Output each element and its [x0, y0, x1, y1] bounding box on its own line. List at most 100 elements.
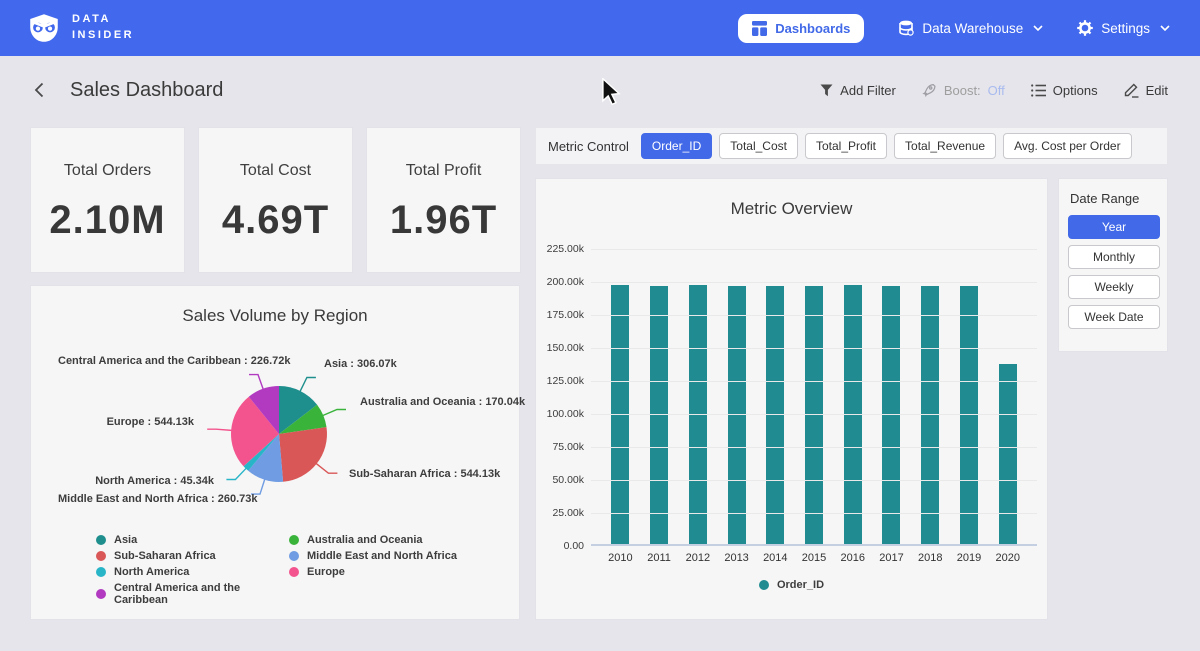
- list-icon: [1031, 84, 1046, 97]
- x-axis-label-2017: 2017: [872, 552, 911, 564]
- pie-legend-item-asia[interactable]: Asia: [96, 534, 289, 546]
- pie-legend-item-middle-east-and-north-africa[interactable]: Middle East and North Africa: [289, 550, 496, 562]
- x-axis-label-2014: 2014: [756, 552, 795, 564]
- chevron-down-icon: [1033, 25, 1043, 31]
- y-axis-tick: 100.00k: [536, 408, 584, 420]
- pie-leader-line: [226, 467, 247, 479]
- y-axis-tick: 200.00k: [536, 276, 584, 288]
- pie-callout-middle-east-and-north-africa: Middle East and North Africa : 260.73k: [58, 493, 248, 505]
- owl-logo-icon: [26, 13, 62, 43]
- rocket-icon: [922, 83, 937, 98]
- nav-dashboards-label: Dashboards: [775, 21, 850, 36]
- date-range-week-date-button[interactable]: Week Date: [1068, 305, 1160, 329]
- x-axis-label-2010: 2010: [601, 552, 640, 564]
- date-range-label: Date Range: [1068, 191, 1158, 206]
- pie-callout-north-america: North America : 45.34k: [58, 475, 214, 487]
- legend-label: Australia and Oceania: [307, 534, 423, 546]
- y-axis-tick: 75.00k: [536, 441, 584, 453]
- date-range-panel: Date Range Year Monthly Weekly Week Date: [1058, 178, 1168, 352]
- metric-button-avg-cost-per-order[interactable]: Avg. Cost per Order: [1003, 133, 1132, 159]
- legend-label: Middle East and North Africa: [307, 550, 457, 562]
- y-axis-tick: 125.00k: [536, 375, 584, 387]
- sales-volume-by-region-card: Sales Volume by Region Asia : 306.07k Au…: [30, 285, 520, 620]
- nav-dashboards-button[interactable]: Dashboards: [738, 14, 864, 43]
- metric-control-label: Metric Control: [548, 139, 629, 154]
- logo-text-line1: DATA: [72, 12, 134, 28]
- x-axis-label-2016: 2016: [833, 552, 872, 564]
- legend-dot: [289, 567, 299, 577]
- metric-button-order-id[interactable]: Order_ID: [641, 133, 712, 159]
- kpi-card-total-profit: Total Profit 1.96T: [366, 127, 521, 273]
- kpi-value: 1.96T: [390, 198, 497, 243]
- kpi-value: 2.10M: [49, 198, 165, 243]
- y-axis-tick: 0.00: [536, 540, 584, 552]
- legend-label: Sub-Saharan Africa: [114, 550, 216, 562]
- brand-logo: DATA INSIDER: [26, 12, 134, 44]
- options-button[interactable]: Options: [1031, 83, 1098, 98]
- x-axis-label-2020: 2020: [988, 552, 1027, 564]
- date-range-year-button[interactable]: Year: [1068, 215, 1160, 239]
- pie-legend-item-europe[interactable]: Europe: [289, 566, 496, 578]
- metric-button-total-revenue[interactable]: Total_Revenue: [894, 133, 996, 159]
- pie-callout-europe: Europe : 544.13k: [58, 416, 194, 428]
- x-axis-label-2012: 2012: [678, 552, 717, 564]
- pie-callout-asia: Asia : 306.07k: [324, 358, 397, 370]
- gridline: [591, 249, 1037, 250]
- gridline: [591, 480, 1037, 481]
- pie-legend-item-north-america[interactable]: North America: [96, 566, 289, 578]
- kpi-value: 4.69T: [222, 198, 329, 243]
- x-axis-label-2013: 2013: [717, 552, 756, 564]
- pie-callout-central-america-and-the-caribbean: Central America and the Caribbean : 226.…: [58, 355, 241, 367]
- legend-label: Asia: [114, 534, 137, 546]
- dashboard-grid-icon: [752, 21, 767, 36]
- pie-leader-line: [249, 375, 264, 391]
- kpi-label: Total Cost: [240, 162, 311, 180]
- pie-legend-item-central-america-and-the-caribbean[interactable]: Central America and the Caribbean: [96, 582, 289, 606]
- pie-callout-sub-saharan-africa: Sub-Saharan Africa : 544.13k: [349, 468, 500, 480]
- pie-leader-line: [299, 378, 316, 393]
- pie-leader-line: [207, 429, 233, 430]
- bar-legend-label: Order_ID: [777, 579, 824, 591]
- legend-label: Central America and the Caribbean: [114, 582, 289, 606]
- y-axis-tick: 175.00k: [536, 309, 584, 321]
- legend-dot: [96, 567, 106, 577]
- nav-settings[interactable]: Settings: [1077, 20, 1170, 36]
- pie-callout-australia-and-oceania: Australia and Oceania : 170.04k: [360, 396, 525, 408]
- pie-slice-sub-saharan-africa[interactable]: [279, 427, 327, 482]
- date-range-monthly-button[interactable]: Monthly: [1068, 245, 1160, 269]
- page-header: Sales Dashboard Add Filter Boost: Off: [0, 56, 1200, 124]
- pie-legend-item-australia-and-oceania[interactable]: Australia and Oceania: [289, 534, 496, 546]
- legend-dot: [96, 589, 106, 599]
- bar-chart-title: Metric Overview: [536, 199, 1047, 219]
- kpi-label: Total Orders: [64, 162, 151, 180]
- top-navbar: DATA INSIDER Dashboards Data Warehouse: [0, 0, 1200, 56]
- add-filter-button[interactable]: Add Filter: [820, 83, 896, 98]
- bar-chart-x-axis: 2010201120122013201420152016201720182019…: [591, 552, 1037, 564]
- gridline: [591, 315, 1037, 316]
- metric-button-total-cost[interactable]: Total_Cost: [719, 133, 798, 159]
- gridline: [591, 282, 1037, 283]
- back-button[interactable]: [32, 80, 46, 100]
- edit-button[interactable]: Edit: [1124, 82, 1168, 98]
- legend-dot: [289, 535, 299, 545]
- bar-2020[interactable]: [999, 364, 1017, 544]
- pie-legend-item-sub-saharan-africa[interactable]: Sub-Saharan Africa: [96, 550, 289, 562]
- chevron-down-icon: [1160, 25, 1170, 31]
- boost-toggle[interactable]: Boost: Off: [922, 83, 1005, 98]
- legend-dot: [96, 551, 106, 561]
- x-axis-label-2011: 2011: [640, 552, 679, 564]
- page-title: Sales Dashboard: [70, 79, 223, 102]
- metric-button-total-profit[interactable]: Total_Profit: [805, 133, 887, 159]
- kpi-card-total-cost: Total Cost 4.69T: [198, 127, 353, 273]
- metric-control-bar: Metric Control Order_ID Total_Cost Total…: [535, 127, 1168, 165]
- date-range-weekly-button[interactable]: Weekly: [1068, 275, 1160, 299]
- pencil-icon: [1124, 82, 1139, 98]
- bar-chart-legend[interactable]: Order_ID: [536, 579, 1047, 591]
- nav-data-warehouse-label: Data Warehouse: [922, 21, 1023, 36]
- y-axis-tick: 50.00k: [536, 474, 584, 486]
- nav-settings-label: Settings: [1101, 21, 1150, 36]
- nav-data-warehouse[interactable]: Data Warehouse: [898, 20, 1043, 36]
- kpi-card-total-orders: Total Orders 2.10M: [30, 127, 185, 273]
- gridline: [591, 381, 1037, 382]
- legend-label: Europe: [307, 566, 345, 578]
